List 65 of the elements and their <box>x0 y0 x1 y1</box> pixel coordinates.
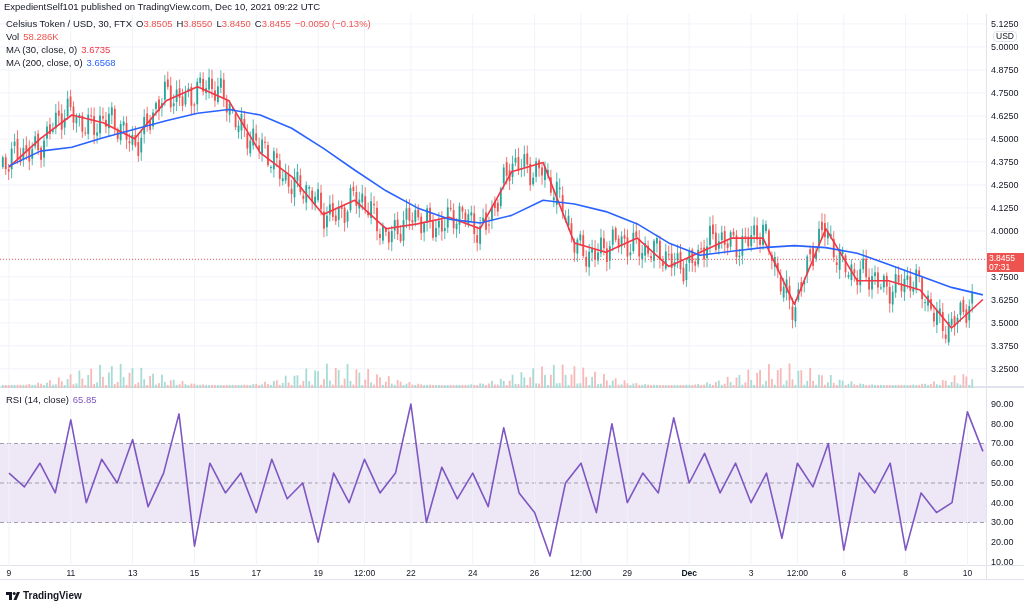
axis-label: 6 <box>841 568 847 578</box>
axis-label: 19 <box>313 568 323 578</box>
publisher-caption: ExpedientSelf101 published on TradingView.com, Dec 10, 2021 09:22 UTC <box>3 0 322 14</box>
axis-label: 3.2500 <box>991 363 1019 374</box>
axis-label: 70.00 <box>991 438 1014 449</box>
ohlc-label: H <box>176 18 184 30</box>
axis-label: 15 <box>189 568 200 578</box>
axis-label: 4.2500 <box>991 179 1019 190</box>
ohlc-label: O <box>136 18 144 30</box>
indicator-value: 3.6735 <box>81 44 111 56</box>
ohlc-label: L <box>216 18 222 30</box>
indicator-value: 65.85 <box>72 394 97 406</box>
axis-label: 4.6250 <box>991 110 1019 121</box>
axis-label: 3.6250 <box>991 294 1019 305</box>
axis-label: 30.00 <box>991 517 1014 528</box>
axis-label: 10 <box>962 568 973 578</box>
axis-label: 8 <box>903 568 908 578</box>
axis-label: 3.7500 <box>991 271 1019 282</box>
axis-label: 50.00 <box>991 478 1014 488</box>
brand-name: TradingView <box>23 590 82 602</box>
price-change: −0.0050 (−0.13%) <box>294 18 371 30</box>
logo-icon <box>6 592 20 600</box>
axis-label: 4.8750 <box>991 64 1019 75</box>
indicator-label: Vol <box>6 31 20 43</box>
axis-label: 17 <box>251 568 262 578</box>
axis-label: 5.1250 <box>991 18 1019 29</box>
indicator-label: MA (200, close, 0) <box>6 57 83 69</box>
axis-label: 3 <box>748 568 754 578</box>
axis-label: 3.5000 <box>991 317 1019 328</box>
indicator-value: 3.6568 <box>86 57 116 69</box>
axis-label: 3.3750 <box>991 340 1019 351</box>
axis-label: 4.0000 <box>991 225 1019 236</box>
axis-label: 9 <box>6 568 12 578</box>
axis-label: 80.00 <box>991 418 1014 429</box>
currency-label: USD <box>993 31 1017 42</box>
axis-label: 29 <box>622 568 633 578</box>
axis-label: Dec <box>681 568 697 578</box>
price-label: 3.8455 07:31 <box>987 253 1024 273</box>
axis-label: 12:00 <box>570 568 592 578</box>
axis-label: 13 <box>127 568 138 578</box>
ohlc-label: C <box>254 18 262 30</box>
axis-label: 24 <box>468 568 478 578</box>
axis-label: 4.1250 <box>991 202 1019 213</box>
axis-label: 4.3750 <box>991 156 1019 167</box>
axis-label: 20.00 <box>991 537 1014 548</box>
ohlc-value: 3.8455 <box>261 18 291 30</box>
axis-label: 12:00 <box>786 568 809 578</box>
axis-label: 4.7500 <box>991 87 1019 98</box>
indicator-label: RSI (14, close) <box>6 394 69 406</box>
indicator-value: 58.286K <box>23 31 59 43</box>
axis-label: 12:00 <box>353 568 376 578</box>
axis-label: 26 <box>529 568 540 578</box>
axis-label: 5.0000 <box>991 41 1019 52</box>
axis-label: 60.00 <box>991 458 1014 469</box>
ohlc-value: 3.8450 <box>221 18 251 30</box>
ohlc-value: 3.8550 <box>183 18 213 30</box>
ohlc-value: 3.8505 <box>143 18 173 30</box>
indicator-label: MA (30, close, 0) <box>6 44 78 56</box>
symbol-title: Celsius Token / USD, 30, FTX <box>6 18 132 30</box>
axis-label: 22 <box>406 568 416 578</box>
axis-label: 11 <box>66 568 76 578</box>
axis-label: 4.5000 <box>991 133 1019 144</box>
axis-label: 90.00 <box>991 399 1014 409</box>
axis-label: 10.00 <box>991 557 1014 567</box>
axis-label: 40.00 <box>991 497 1014 508</box>
